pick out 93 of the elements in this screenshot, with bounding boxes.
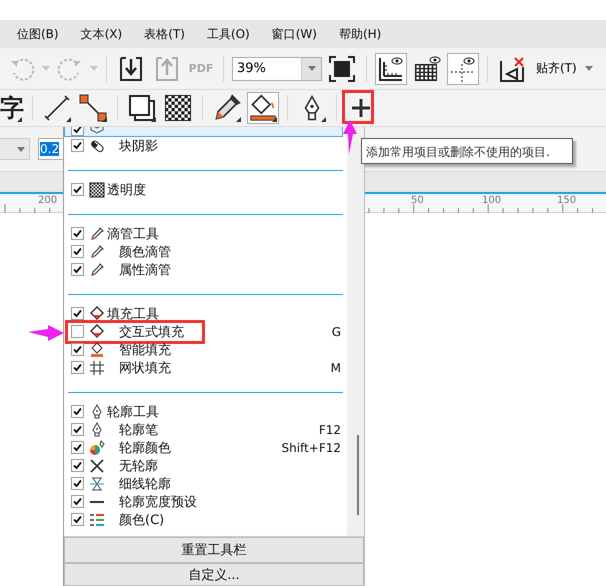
drop-shadow-icon xyxy=(128,94,156,122)
snap-dropdown[interactable]: 贴齐(T) xyxy=(536,60,577,77)
caret-icon xyxy=(17,146,25,152)
paint-bucket-icon xyxy=(249,94,277,122)
arrow xyxy=(343,120,357,154)
checkmark-icon xyxy=(73,309,82,318)
line-icon xyxy=(43,94,71,122)
menu-item-label[interactable]: 透明度 xyxy=(107,180,146,198)
checkbox[interactable] xyxy=(71,183,84,196)
eyedropper-icon xyxy=(89,226,105,242)
tooltip: 添加常用项目或删除不使用的项目. xyxy=(361,138,573,164)
text-tool-button[interactable]: 字 xyxy=(0,92,24,124)
eyedropper-icon xyxy=(213,94,241,122)
checkbox[interactable] xyxy=(71,361,84,374)
menu-item-label[interactable]: 轮廓颜色 xyxy=(119,438,171,456)
cross-icon xyxy=(89,458,105,474)
caret-icon xyxy=(308,66,316,71)
checkbox[interactable] xyxy=(71,495,84,508)
checkbox[interactable] xyxy=(71,325,84,338)
shortcut-text: M xyxy=(330,360,342,374)
connector-icon xyxy=(79,94,107,122)
menu-item-label[interactable]: 细线轮廓 xyxy=(119,474,171,492)
customize-button[interactable]: 自定义... xyxy=(64,563,364,586)
ruler-number: 100 xyxy=(482,195,502,206)
palette-swatches-icon xyxy=(89,512,105,528)
dropdown[interactable] xyxy=(0,138,30,160)
menu-item-label[interactable]: 属性滴管 xyxy=(119,260,171,278)
ruler-ticks-drawing xyxy=(4,204,51,213)
mesh-grid-icon xyxy=(89,360,105,376)
paint-bucket-icon xyxy=(89,306,105,322)
caret-icon xyxy=(584,66,593,71)
menu-item-label[interactable]: 轮廓宽度预设 xyxy=(119,492,197,510)
shortcut-text: G xyxy=(332,324,342,338)
menu-item[interactable]: 文本(X) xyxy=(80,26,122,42)
menu-item-label[interactable]: 智能填充 xyxy=(119,340,171,358)
checkbox[interactable] xyxy=(71,343,84,356)
reset-toolbar-button[interactable]: 重置工具栏 xyxy=(64,537,364,563)
drop-shadow-tool-button[interactable] xyxy=(126,92,158,124)
checkerboard-icon xyxy=(165,95,191,121)
snap-off-icon xyxy=(498,54,526,82)
hourglass-icon xyxy=(89,476,105,492)
checkbox[interactable] xyxy=(71,423,84,436)
menu-item-label[interactable]: 滴管工具 xyxy=(107,224,159,242)
menu-item[interactable]: 表格(T) xyxy=(144,26,185,42)
menu-item[interactable]: 窗口(W) xyxy=(272,26,317,42)
checkerboard-icon xyxy=(89,182,105,198)
connector-tool-button[interactable] xyxy=(77,92,109,124)
checkbox[interactable] xyxy=(71,405,84,418)
menu-item-label[interactable]: 颜色(C) xyxy=(119,510,164,528)
shortcut-text: F12 xyxy=(318,422,342,436)
line-icon xyxy=(90,500,104,502)
zoom-level-combo[interactable]: 39% xyxy=(232,56,322,80)
eyedropper-icon xyxy=(89,244,105,260)
menu-item-label[interactable]: 无轮廓 xyxy=(119,456,158,474)
menu-item-label[interactable]: 网状填充 xyxy=(119,358,171,376)
grid-icon xyxy=(412,54,442,84)
menu-item-label[interactable]: 块阴影 xyxy=(119,136,158,154)
import-icon xyxy=(118,54,144,82)
checkbox[interactable] xyxy=(71,139,84,152)
color-wheel-icon xyxy=(89,440,105,456)
checkbox[interactable] xyxy=(71,459,84,472)
ruler-number: 50 xyxy=(411,195,424,206)
menu-item[interactable]: 工具(O) xyxy=(206,26,250,42)
menu-item-label[interactable]: 轮廓笔 xyxy=(119,420,158,438)
paint-bucket-icon xyxy=(89,342,105,358)
menu-item[interactable]: 位图(B) xyxy=(17,26,59,42)
eyedropper-icon xyxy=(89,262,105,278)
menu-item-label[interactable]: 颜色滴管 xyxy=(119,242,171,260)
guidelines-button[interactable] xyxy=(447,52,479,84)
fill-tool-button[interactable] xyxy=(247,92,279,124)
menu-item-label[interactable]: 交互式填充 xyxy=(119,322,184,340)
checkbox[interactable] xyxy=(71,477,84,490)
paint-bucket-icon xyxy=(89,324,105,340)
arrow xyxy=(28,325,64,341)
plus-icon xyxy=(350,97,372,119)
scrollbar[interactable] xyxy=(347,127,364,536)
ruler-number: 200 xyxy=(38,195,58,206)
checkbox[interactable] xyxy=(71,263,84,276)
menu-item-label[interactable]: 轮廓工具 xyxy=(107,402,159,420)
menu-item-label[interactable]: 填充工具 xyxy=(107,304,159,322)
shortcut-text: Shift+F12 xyxy=(281,440,342,454)
checkbox[interactable] xyxy=(71,227,84,240)
ruler-number: 150 xyxy=(557,195,576,206)
transparency-tool-button[interactable] xyxy=(162,92,194,124)
checkbox[interactable] xyxy=(71,513,84,526)
checkbox[interactable] xyxy=(71,441,84,454)
checkmark-icon xyxy=(73,185,82,194)
export-icon xyxy=(154,54,180,82)
rulers-button[interactable] xyxy=(375,52,407,84)
menu-item[interactable]: 帮助(H) xyxy=(338,26,382,42)
full-screen-icon xyxy=(328,54,356,82)
checkbox[interactable] xyxy=(71,307,84,320)
checkbox[interactable] xyxy=(71,245,84,258)
